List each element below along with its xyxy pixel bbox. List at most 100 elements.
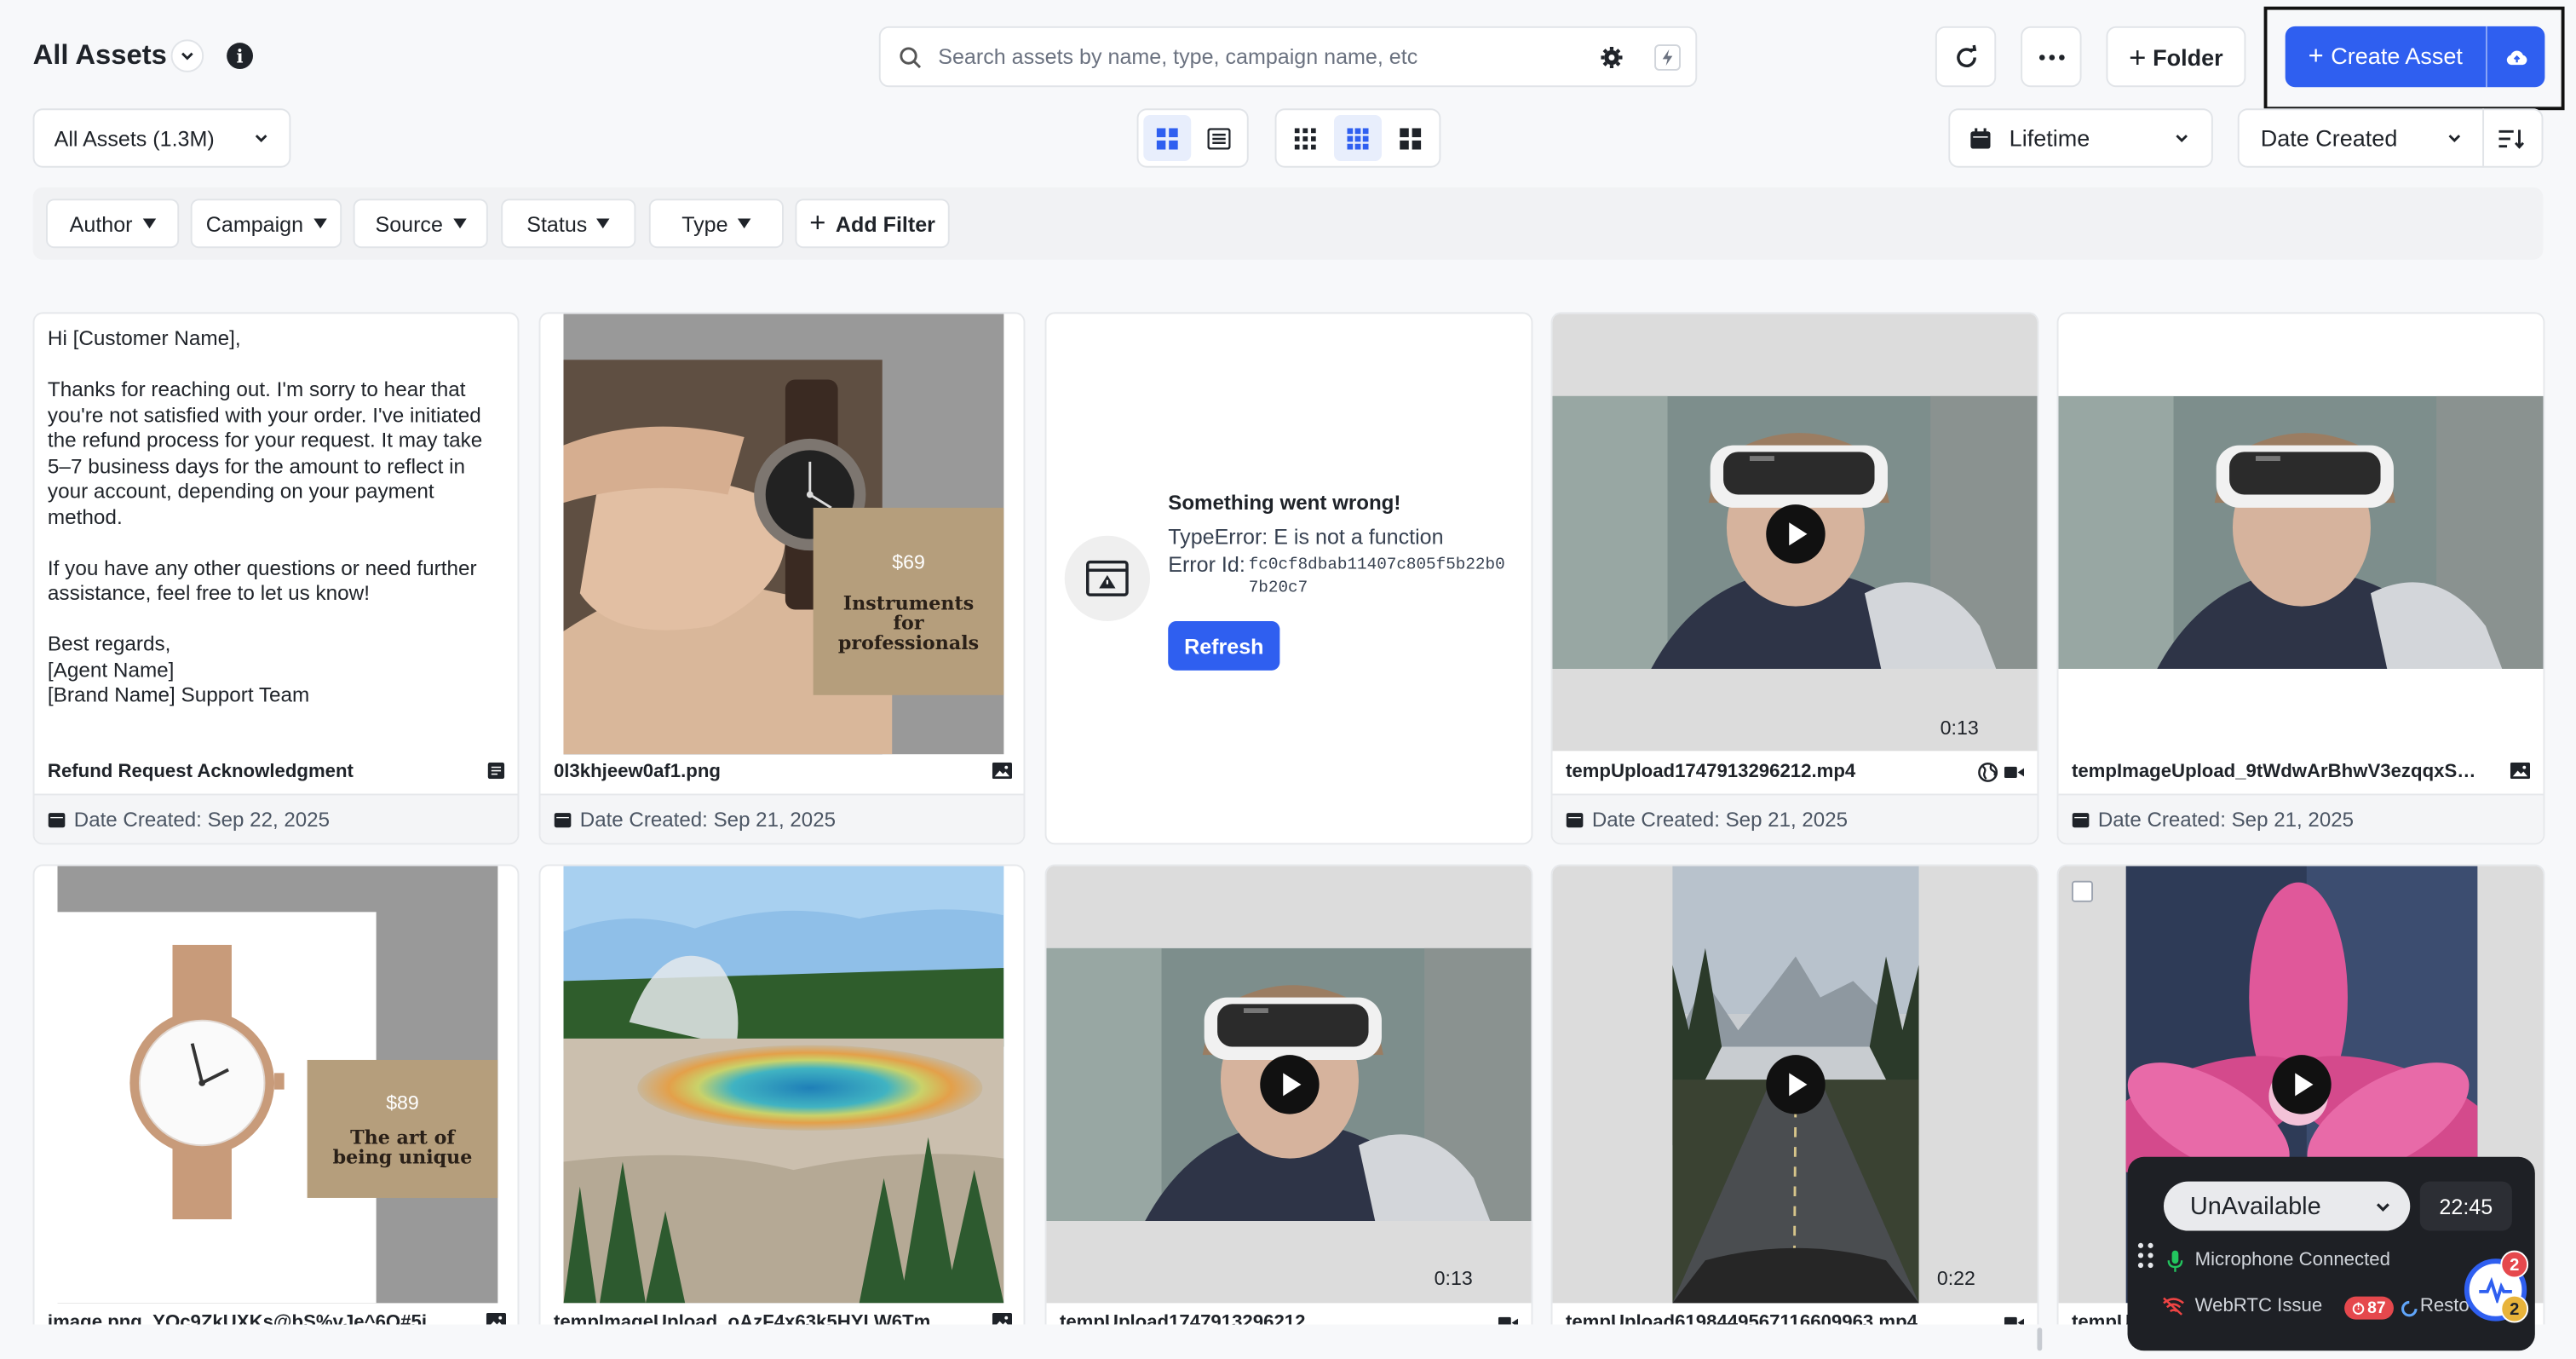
refresh-button[interactable]: Refresh — [1168, 621, 1280, 671]
grid-density-toggle — [1274, 108, 1441, 168]
drag-handle-icon[interactable] — [2137, 1242, 2153, 1277]
gear-icon[interactable] — [1600, 46, 1623, 69]
asset-card-video[interactable]: 0:13 tempUpload1747913296212.mp4 Date Cr… — [1550, 312, 2039, 845]
play-icon[interactable] — [1260, 1055, 1320, 1114]
sort-order-icon[interactable] — [2498, 127, 2525, 148]
session-timer: 22:45 — [2419, 1181, 2512, 1231]
calendar-icon — [1970, 127, 1991, 148]
video-duration: 0:13 — [1434, 1266, 1473, 1290]
scrollbar[interactable] — [2037, 1327, 2043, 1351]
wifi-off-icon — [2163, 1297, 2184, 1316]
asset-thumbnail: $89 The art of being unique — [57, 866, 498, 1304]
asset-thumbnail: 0:13 — [1046, 866, 1532, 1304]
plus-icon: + — [2129, 40, 2147, 73]
asset-name: 0l3khjeew0af1.png — [553, 762, 721, 783]
small-grid-icon[interactable] — [1281, 115, 1330, 161]
asset-card-image[interactable]: tempImageUpload_9tWdwArBhwV3ezqqxS… Date… — [2056, 312, 2545, 845]
plus-icon: + — [2308, 42, 2332, 70]
caret-down-icon — [313, 218, 327, 229]
list-view-icon[interactable] — [1194, 115, 1242, 161]
chevron-down-icon[interactable] — [170, 39, 204, 72]
time-range-dropdown[interactable]: Lifetime — [1948, 108, 2213, 168]
sort-dropdown[interactable]: Date Created — [2237, 108, 2544, 168]
caret-down-icon — [596, 218, 611, 229]
video-camera-icon — [2004, 766, 2025, 779]
chevron-down-icon — [2176, 135, 2188, 142]
play-icon[interactable] — [2272, 1055, 2332, 1114]
agent-status-widget: UnAvailable 22:45 Microphone Connected W… — [2127, 1156, 2535, 1351]
search-bar[interactable]: Search assets by name, type, campaign na… — [878, 26, 1698, 88]
image-icon — [2510, 762, 2531, 780]
date-created: Date Created: Sep 21, 2025 — [1552, 793, 2038, 844]
view-mode-toggle — [1136, 108, 1249, 168]
large-grid-icon[interactable] — [1385, 115, 1434, 161]
asset-thumbnail: 0:13 — [1552, 314, 2038, 751]
error-id: fc0cf8dbab11407c805f5b22b07b20c7 — [1248, 556, 1505, 598]
asset-card-image[interactable]: tempImageUpload_oAzF4x63k5HYLW6Tm… — [538, 864, 1026, 1341]
mic-status: Microphone Connected — [2194, 1250, 2390, 1270]
issue-count-badge[interactable]: ! 87 — [2344, 1296, 2395, 1320]
more-horizontal-icon — [2038, 54, 2064, 60]
document-icon — [487, 762, 505, 780]
notification-badge: 2 — [2500, 1250, 2529, 1279]
calendar-icon — [554, 813, 572, 828]
filter-author[interactable]: Author — [46, 199, 180, 249]
add-folder-button[interactable]: + Folder — [2106, 26, 2246, 88]
search-icon — [900, 47, 922, 69]
filter-campaign[interactable]: Campaign — [190, 199, 342, 249]
caret-down-icon — [738, 218, 751, 229]
restore-link[interactable]: Resto — [2420, 1297, 2470, 1316]
promo-overlay: $69 Instruments for professionals — [813, 507, 1004, 695]
globe-icon — [1978, 762, 1998, 782]
video-duration: 0:13 — [1940, 716, 1979, 740]
asset-card-video[interactable]: 0:22 tempUpload6198449567116609963.mp4 — [1550, 864, 2039, 1341]
info-icon[interactable]: i — [227, 43, 254, 70]
asset-card-image[interactable]: $69 Instruments for professionals 0l3khj… — [538, 312, 1026, 845]
asset-scope-dropdown[interactable]: All Assets (1.3M) — [32, 108, 291, 168]
calendar-icon — [2072, 813, 2090, 828]
asset-card-error: Something went wrong! TypeError: E is no… — [1044, 312, 1533, 845]
page-title: All Assets — [32, 39, 167, 71]
lightning-icon[interactable] — [1654, 44, 1681, 71]
chevron-down-icon — [2448, 135, 2461, 142]
alert-icon: ! — [2352, 1302, 2365, 1314]
warning-badge: 2 — [2500, 1294, 2529, 1323]
availability-dropdown[interactable]: UnAvailable — [2163, 1181, 2411, 1231]
calendar-icon — [48, 813, 66, 828]
medium-grid-icon[interactable] — [1333, 115, 1383, 162]
asset-name: Refund Request Acknowledgment — [47, 762, 354, 783]
date-created: Date Created: Sep 22, 2025 — [34, 793, 518, 844]
date-created: Date Created: Sep 21, 2025 — [2058, 793, 2544, 844]
upload-cloud-icon[interactable] — [2487, 49, 2545, 65]
loading-spinner-icon — [2401, 1300, 2418, 1317]
date-created: Date Created: Sep 21, 2025 — [540, 793, 1024, 844]
asset-card-video[interactable]: 0:13 tempUpload1747913296212 — [1044, 864, 1533, 1341]
broken-window-icon — [1064, 535, 1151, 622]
microphone-icon — [2167, 1250, 2183, 1272]
webrtc-status: WebRTC Issue — [2194, 1296, 2323, 1316]
grid-view-icon[interactable] — [1143, 115, 1192, 162]
play-icon[interactable] — [1766, 1055, 1826, 1114]
asset-card-image[interactable]: $89 The art of being unique image.png_YO… — [32, 864, 520, 1341]
add-filter-button[interactable]: + Add Filter — [795, 199, 950, 249]
search-input[interactable]: Search assets by name, type, campaign na… — [938, 44, 1417, 69]
filter-status[interactable]: Status — [501, 199, 636, 249]
filter-source[interactable]: Source — [353, 199, 488, 249]
filter-type[interactable]: Type — [648, 199, 784, 249]
chevron-down-icon — [2376, 1202, 2389, 1212]
promo-overlay: $89 The art of being unique — [307, 1059, 498, 1198]
image-icon — [992, 762, 1013, 780]
refresh-button[interactable] — [1935, 26, 1997, 88]
create-asset-button[interactable]: + Create Asset — [2285, 26, 2545, 88]
select-checkbox[interactable] — [2071, 880, 2094, 902]
asset-thumbnail: 0:22 — [1552, 866, 2038, 1304]
asset-card-email[interactable]: Hi [Customer Name], Thanks for reaching … — [32, 312, 520, 845]
more-options-button[interactable] — [2021, 26, 2082, 88]
play-icon[interactable] — [1766, 504, 1826, 564]
asset-name: tempUpload1747913296212.mp4 — [1565, 762, 1856, 783]
plus-icon: + — [809, 207, 826, 239]
email-preview: Hi [Customer Name], Thanks for reaching … — [47, 326, 483, 707]
asset-thumbnail: $69 Instruments for professionals — [563, 314, 1004, 755]
caret-down-icon — [452, 218, 466, 229]
caret-down-icon — [142, 218, 156, 229]
